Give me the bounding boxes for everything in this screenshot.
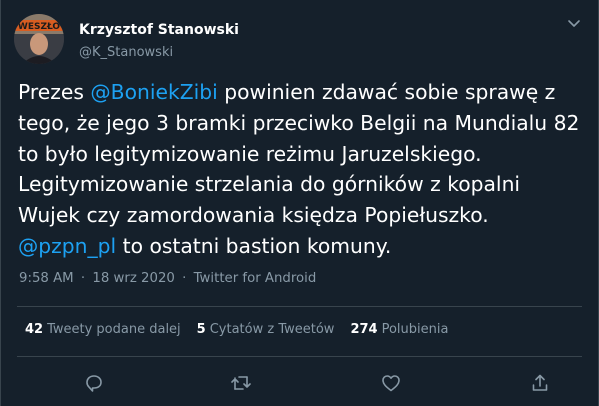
tweet-line: Legitymizowanie strzelania do górników z…	[18, 169, 588, 200]
chevron-down-icon	[568, 20, 580, 27]
reply-button[interactable]	[83, 372, 105, 394]
more-options-button[interactable]	[564, 16, 584, 32]
tweet-text-segment: Wujek czy zamordowania księdza Popiełusz…	[18, 203, 489, 228]
tweet-actions	[1, 372, 599, 396]
retweet-button[interactable]	[230, 372, 252, 394]
tweet-text-segment: Prezes	[18, 80, 91, 104]
retweet-icon	[231, 376, 251, 390]
likes-stat[interactable]: 274 Polubienia	[350, 322, 448, 337]
share-button[interactable]	[529, 372, 551, 394]
tweet-line: @pzpn_pl to ostatni bastion komuny.	[18, 231, 588, 262]
likes-count: 274	[350, 322, 378, 337]
quotes-count: 5	[196, 322, 206, 337]
tweet-text-segment: Legitymizowanie strzelania do górników z…	[18, 172, 521, 197]
mention-link[interactable]: @BoniekZibi	[90, 80, 217, 104]
tweet-line: to było legitymizowanie reżimu Jaruzelsk…	[18, 139, 588, 170]
tweet-line: tego, że jego 3 bramki przeciwko Belgii …	[18, 108, 588, 139]
tweet-text-segment: to było legitymizowanie reżimu Jaruzelsk…	[18, 141, 482, 166]
retweets-count: 42	[25, 322, 44, 337]
author-handle[interactable]: @K_Stanowski	[79, 45, 173, 60]
avatar[interactable]: WESZŁO	[14, 14, 64, 64]
mention-link[interactable]: @pzpn_pl	[18, 234, 116, 258]
retweets-stat[interactable]: 42 Tweety podane dalej	[25, 322, 181, 337]
tweet-line: Prezes @BoniekZibi powinien zdawać sobie…	[18, 77, 588, 108]
tweet-text: Prezes @BoniekZibi powinien zdawać sobie…	[18, 77, 588, 262]
divider	[17, 306, 582, 307]
author-name[interactable]: Krzysztof Stanowski	[79, 22, 239, 38]
tweet-source[interactable]: Twitter for Android	[194, 271, 317, 286]
meta-separator: ·	[182, 271, 187, 286]
quotes-stat[interactable]: 5 Cytatów z Tweetów	[197, 322, 335, 337]
tweet-text-segment: to ostatni bastion komuny.	[116, 233, 392, 258]
tweet-stats: 42 Tweety podane dalej 5 Cytatów z Tweet…	[25, 322, 464, 337]
meta-separator: ·	[80, 271, 86, 286]
retweets-label: Tweety podane dalej	[47, 322, 181, 337]
share-icon	[532, 374, 548, 391]
tweet-text-segment: tego, że jego 3 bramki przeciwko Belgii …	[18, 110, 580, 135]
avatar-image: WESZŁO	[14, 14, 64, 64]
tweet-header: WESZŁO Krzysztof Stanowski @K_Stanowski	[1, 0, 599, 80]
tweet-time[interactable]: 9:58 AM	[19, 271, 74, 286]
tweet-text-segment: powinien zdawać sobie sprawę z	[217, 80, 556, 104]
like-button[interactable]	[380, 372, 402, 394]
divider	[17, 356, 582, 357]
tweet-line: Wujek czy zamordowania księdza Popiełusz…	[18, 200, 588, 231]
like-icon	[382, 375, 400, 392]
tweet-date[interactable]: 18 wrz 2020	[92, 271, 175, 286]
reply-icon	[86, 375, 102, 392]
tweet-card: WESZŁO Krzysztof Stanowski @K_Stanowski …	[0, 0, 599, 406]
avatar-logo-text: WESZŁO	[18, 22, 61, 32]
quotes-label: Cytatów z Tweetów	[209, 322, 335, 337]
likes-label: Polubienia	[381, 322, 449, 337]
tweet-meta: 9:58 AM · 18 wrz 2020 · Twitter for Andr…	[19, 271, 316, 286]
